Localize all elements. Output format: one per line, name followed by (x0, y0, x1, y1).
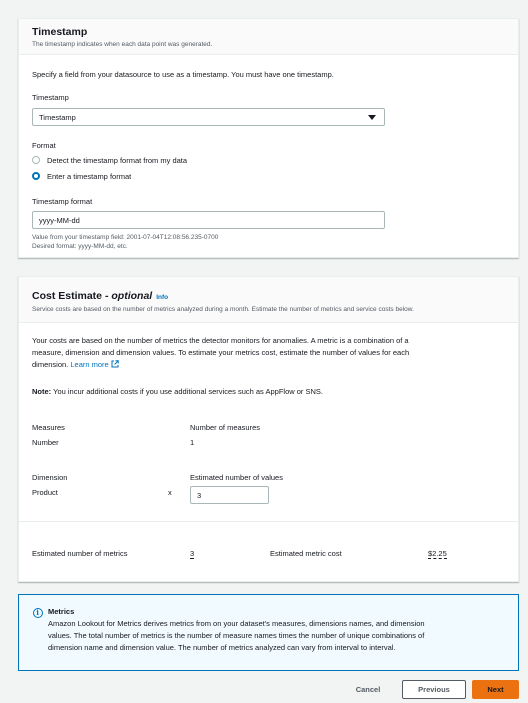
radio-enter-format[interactable] (32, 172, 40, 180)
estimated-cost-value[interactable]: $2.25 (428, 549, 447, 559)
metrics-info-alert: Metrics Amazon Lookout for Metrics deriv… (18, 594, 519, 671)
cost-explanation: Your costs are based on the number of me… (32, 335, 512, 371)
cost-estimate-title-separator: - (102, 290, 112, 302)
cost-explanation-line-3: dimension. Learn more (32, 359, 512, 371)
next-button[interactable]: Next (472, 680, 519, 699)
learn-more-text[interactable]: Learn more (70, 360, 108, 369)
timestamp-field-select[interactable]: Timestamp (32, 108, 385, 126)
timestamp-hint-desired: Desired format: yyyy-MM-dd, etc. (32, 243, 128, 250)
radio-detect-format-label[interactable]: Detect the timestamp format from my data (47, 156, 187, 165)
cancel-button[interactable]: Cancel (346, 680, 390, 699)
timestamp-format-input[interactable]: yyyy-MM-dd (32, 211, 385, 229)
cost-note-label: Note: (32, 387, 52, 396)
timestamp-panel-description: The timestamp indicates when each data p… (32, 41, 213, 48)
caret-down-icon (368, 115, 376, 120)
timestamp-hint-value: Value from your timestamp field: 2001-07… (32, 234, 219, 241)
timestamp-panel-title: Timestamp (32, 26, 88, 38)
estimated-values-input[interactable]: 3 (190, 486, 269, 504)
cost-note-text: You incur additional costs if you use ad… (53, 387, 323, 396)
cost-explanation-line-2: measure, dimension and dimension values.… (32, 348, 410, 357)
radio-detect-format[interactable] (32, 156, 40, 164)
number-of-measures-label: Number of measures (190, 423, 261, 432)
dimension-value: Product (32, 488, 58, 497)
cost-estimate-description: Service costs are based on the number of… (32, 306, 414, 313)
estimated-metrics-label: Estimated number of metrics (32, 549, 128, 558)
cost-estimate-title-text: Cost Estimate (32, 290, 103, 302)
cost-estimate-title: Cost Estimate - optional Info (32, 290, 168, 302)
measures-value: Number (32, 438, 59, 447)
cost-estimate-optional: optional (111, 290, 153, 302)
timestamp-panel: Timestamp The timestamp indicates when e… (18, 18, 519, 258)
radio-enter-format-label[interactable]: Enter a timestamp format (47, 172, 131, 181)
timestamp-intro-text: Specify a field from your datasource to … (32, 70, 334, 79)
multiply-sign: x (168, 488, 172, 497)
alert-body-line-3: dimension name and dimension value. The … (48, 643, 396, 652)
estimated-values-label: Estimated number of values (190, 473, 283, 482)
external-link-icon (111, 360, 119, 368)
estimated-cost-label: Estimated metric cost (270, 549, 342, 558)
cost-estimate-panel: Cost Estimate - optional Info Service cos… (18, 276, 519, 582)
format-label: Format (32, 141, 56, 150)
timestamp-format-input-value: yyyy-MM-dd (39, 216, 80, 225)
timestamp-field-label: Timestamp (32, 93, 69, 102)
learn-more-link[interactable]: Learn more (70, 360, 119, 369)
timestamp-field-selected-value: Timestamp (39, 113, 76, 122)
previous-button[interactable]: Previous (402, 680, 466, 699)
cost-explanation-line-1: Your costs are based on the number of me… (32, 336, 409, 345)
cost-explanation-line-3-text: dimension. (32, 360, 69, 369)
cost-estimate-header: Cost Estimate - optional Info Service cos… (19, 277, 518, 323)
alert-title: Metrics (48, 607, 75, 616)
dimension-label: Dimension (32, 473, 68, 482)
divider (19, 521, 518, 522)
alert-body-line-1: Amazon Lookout for Metrics derives metri… (48, 619, 425, 628)
info-circle-icon (33, 608, 43, 618)
alert-body: Amazon Lookout for Metrics derives metri… (48, 618, 513, 654)
timestamp-format-label: Timestamp format (32, 197, 93, 206)
number-of-measures-value: 1 (190, 438, 195, 447)
alert-body-line-2: values. The total number of metrics is t… (48, 631, 425, 640)
estimated-values-input-value: 3 (197, 491, 202, 500)
timestamp-panel-header: Timestamp The timestamp indicates when e… (19, 19, 518, 55)
cost-note: Note: You incur additional costs if you … (32, 386, 323, 398)
estimated-metrics-value[interactable]: 3 (190, 549, 195, 559)
info-link[interactable]: Info (156, 294, 168, 301)
measures-label: Measures (32, 423, 65, 432)
